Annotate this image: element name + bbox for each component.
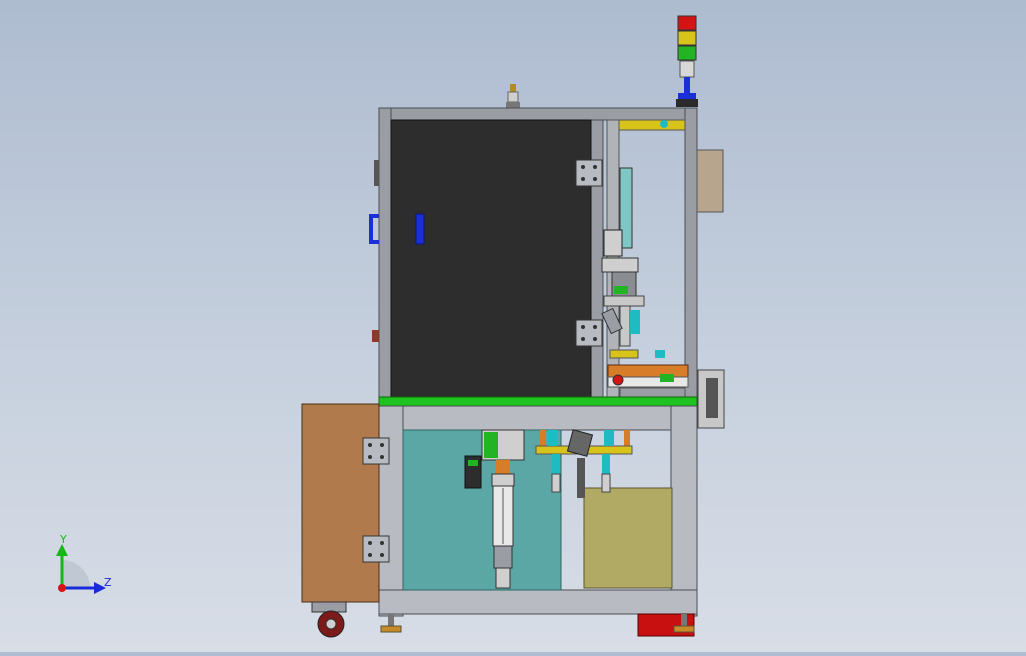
olive-box [583, 487, 673, 589]
door-handle [415, 213, 425, 245]
door-hinge-bottom [575, 319, 603, 347]
side-handle [369, 214, 379, 244]
machine-drawing: Y Z [56, 15, 725, 638]
caster-wheel [311, 601, 347, 638]
cad-viewport[interactable]: Y Z [0, 0, 1026, 652]
triad-xz-arc [62, 560, 90, 588]
x-axis-dot [58, 584, 66, 592]
door-panel [390, 119, 592, 398]
internal-mechanism [601, 119, 689, 401]
z-axis-label: Z [104, 576, 112, 589]
door-hinge-top [575, 159, 603, 187]
base-plate [378, 396, 698, 407]
side-fittings [372, 160, 379, 342]
electrical-box-upper [696, 149, 724, 213]
orientation-triad: Y Z [56, 533, 112, 594]
top-air-fitting [506, 84, 520, 108]
control-cabinet [301, 403, 380, 603]
leveling-foot-left [380, 614, 402, 633]
cabinet-hinge-top [362, 437, 390, 465]
cabinet-hinge-bottom [362, 535, 390, 563]
y-axis-label: Y [59, 533, 67, 546]
signal-tower [676, 15, 698, 107]
